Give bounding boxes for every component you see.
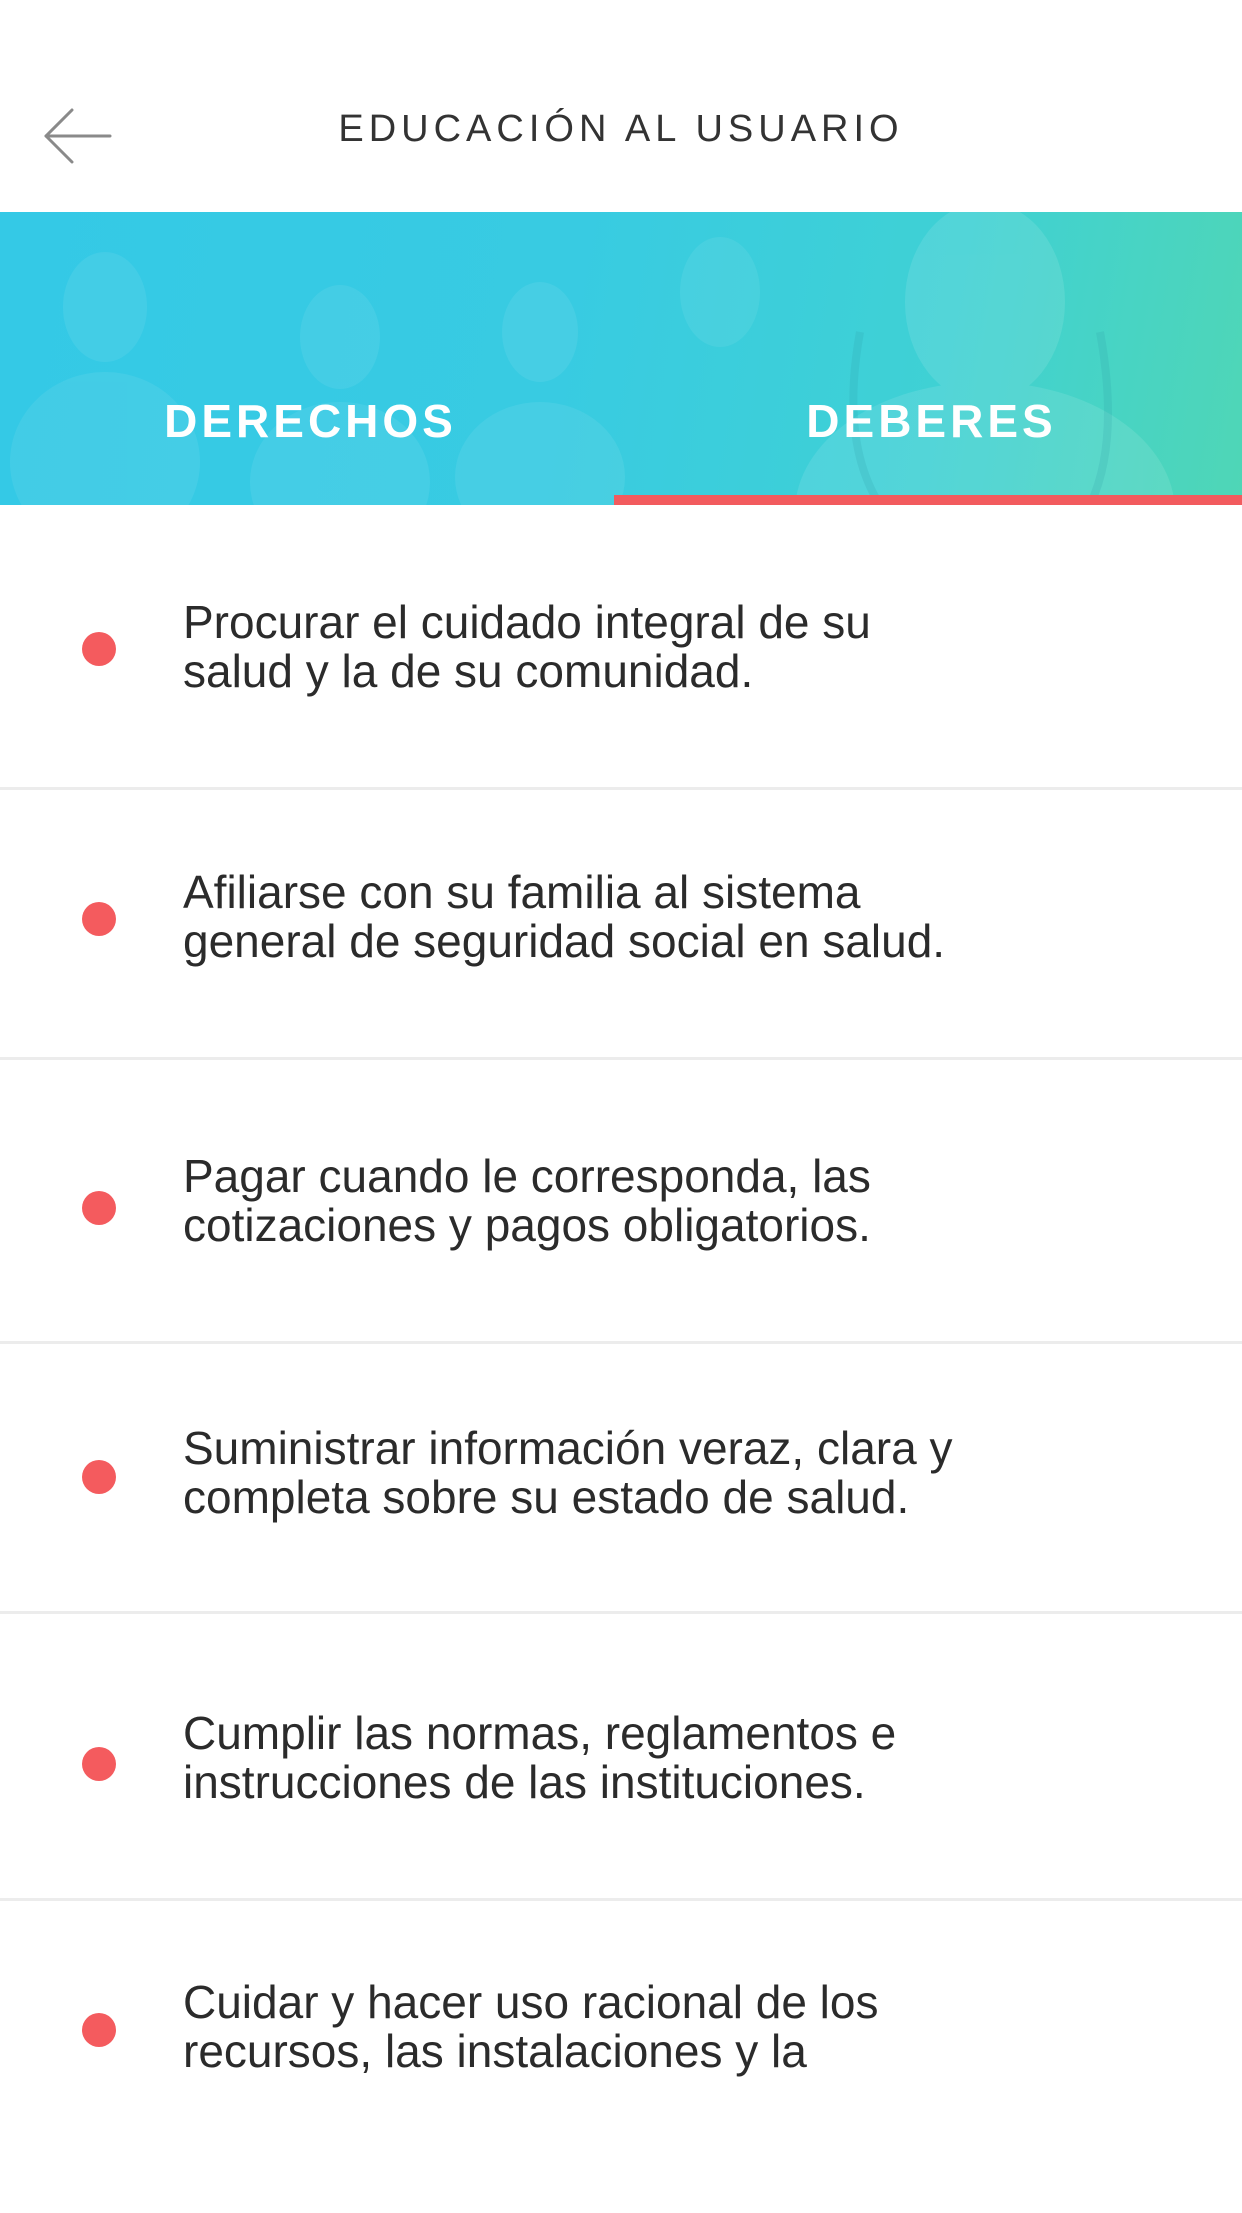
tab-derechos-label: DERECHOS [164,395,457,447]
list-item: Pagar cuando le corresponda, las cotizac… [0,1060,1242,1344]
tab-deberes-label: DEBERES [806,395,1057,447]
bullet-dot-icon [82,1460,116,1494]
list-item: Cumplir las normas, reglamentos e instru… [0,1614,1242,1901]
bullet-dot-icon [82,1191,116,1225]
list-item: Afiliarse con su familia al sistema gene… [0,790,1242,1060]
tab-deberes[interactable]: DEBERES [621,212,1242,505]
bullet-dot-icon [82,2013,116,2047]
list-item: Procurar el cuidado integral de su salud… [0,505,1242,790]
tabs-banner: DERECHOS DEBERES [0,212,1242,505]
app-header: EDUCACIÓN AL USUARIO [0,0,1242,212]
page-title: EDUCACIÓN AL USUARIO [338,108,904,150]
list-item: Suministrar información veraz, clara y c… [0,1344,1242,1614]
list-item-text: Procurar el cuidado integral de su salud… [183,596,871,697]
list-item-text: Cuidar y hacer uso racional de los recur… [183,1976,879,2077]
bullet-dot-icon [82,902,116,936]
list-item-text: Cumplir las normas, reglamentos e instru… [183,1707,897,1808]
list-item: Cuidar y hacer uso racional de los recur… [0,1901,1242,2213]
bullet-dot-icon [82,632,116,666]
tab-derechos[interactable]: DERECHOS [0,212,621,505]
deberes-list: Procurar el cuidado integral de su salud… [0,505,1242,2213]
bullet-dot-icon [82,1747,116,1781]
active-tab-indicator [614,495,1242,505]
list-item-text: Suministrar información veraz, clara y c… [183,1422,953,1523]
list-item-text: Pagar cuando le corresponda, las cotizac… [183,1150,871,1251]
list-item-text: Afiliarse con su familia al sistema gene… [183,866,946,967]
